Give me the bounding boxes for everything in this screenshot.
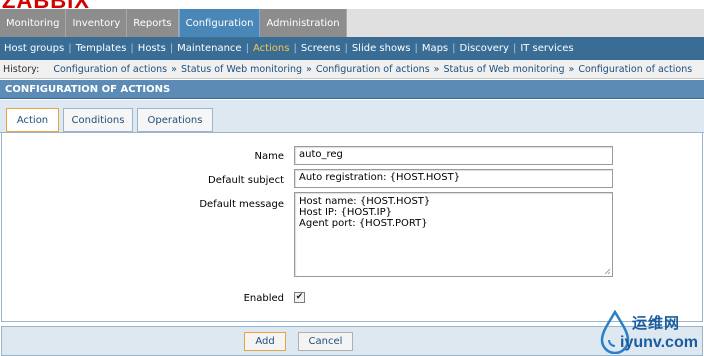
tab-action[interactable]: Action: [6, 108, 59, 132]
main-tab-administration[interactable]: Administration: [260, 9, 347, 37]
default-message-textarea[interactable]: Host name: {HOST.HOST} Host IP: {HOST.IP…: [294, 192, 613, 277]
history-label: History:: [3, 63, 40, 75]
tab-operations[interactable]: Operations: [137, 108, 213, 132]
section-header: CONFIGURATION OF ACTIONS: [0, 80, 704, 99]
history-link[interactable]: Configuration of actions: [53, 64, 167, 75]
watermark-top-text: 运维网: [632, 314, 681, 332]
sub-separator: |: [512, 43, 517, 54]
checkmark-icon: ✔: [295, 292, 304, 302]
sub-separator: |: [245, 43, 249, 54]
sub-separator: |: [344, 43, 348, 54]
enabled-checkbox[interactable]: ✔: [294, 292, 305, 303]
sub-item-hosts[interactable]: Hosts: [138, 43, 166, 54]
sub-menu: Host groups | Templates | Hosts | Mainte…: [0, 37, 704, 60]
sub-item-templates[interactable]: Templates: [76, 43, 127, 54]
sub-item-maps[interactable]: Maps: [422, 43, 448, 54]
main-tab-inventory[interactable]: Inventory: [66, 9, 128, 37]
main-tab-reports[interactable]: Reports: [127, 9, 179, 37]
history-link[interactable]: Status of Web monitoring: [181, 64, 302, 75]
sub-item-screens[interactable]: Screens: [301, 43, 341, 54]
default-message-label: Default message: [199, 199, 284, 210]
history-link[interactable]: Configuration of actions: [578, 64, 692, 75]
message-line: Host name: {HOST.HOST}: [299, 196, 431, 207]
main-tab-monitoring[interactable]: Monitoring: [0, 9, 67, 37]
enabled-label: Enabled: [243, 293, 284, 304]
main-tab-configuration[interactable]: Configuration: [178, 9, 261, 37]
zabbix-logo: ZABBIX: [2, 0, 90, 9]
sub-item-host-groups[interactable]: Host groups: [4, 43, 64, 54]
sub-separator: |: [414, 43, 418, 54]
main-menu: Monitoring Inventory Reports Configurati…: [0, 9, 704, 37]
sub-item-discovery[interactable]: Discovery: [460, 43, 509, 54]
sub-separator: |: [452, 43, 456, 54]
history-link[interactable]: Configuration of actions: [316, 64, 430, 75]
watermark: 运维网 iyunv.com: [596, 310, 704, 356]
default-subject-label: Default subject: [208, 175, 284, 186]
name-label: Name: [254, 151, 284, 162]
add-button[interactable]: Add: [244, 332, 286, 351]
sub-separator: |: [68, 43, 72, 54]
sub-item-it-services[interactable]: IT services: [520, 43, 573, 54]
name-field[interactable]: auto_reg: [294, 146, 613, 165]
logo-strip: ZABBIX: [0, 0, 704, 9]
cancel-button[interactable]: Cancel: [298, 332, 353, 351]
sub-item-slide-shows[interactable]: Slide shows: [352, 43, 411, 54]
sub-separator: |: [169, 43, 174, 54]
history-separator: »: [306, 63, 312, 75]
sub-item-actions[interactable]: Actions: [253, 43, 290, 54]
history-separator: »: [568, 63, 575, 75]
history-bar: History: Configuration of actions » Stat…: [0, 60, 704, 79]
sub-item-maintenance[interactable]: Maintenance: [177, 43, 241, 54]
sub-separator: |: [130, 43, 134, 54]
default-subject-field[interactable]: Auto registration: {HOST.HOST}: [294, 169, 613, 188]
history-separator: »: [433, 63, 440, 75]
history-link[interactable]: Status of Web monitoring: [443, 64, 564, 75]
message-line: Agent port: {HOST.PORT}: [299, 218, 428, 229]
history-separator: »: [171, 63, 177, 75]
form-tabs: Action Conditions Operations: [0, 100, 704, 133]
tab-conditions[interactable]: Conditions: [63, 108, 133, 132]
message-line: Host IP: {HOST.IP}: [299, 207, 393, 218]
sub-separator: |: [293, 43, 297, 54]
watermark-bottom-text: iyunv.com: [620, 334, 698, 351]
resize-grip-icon[interactable]: [604, 268, 611, 275]
